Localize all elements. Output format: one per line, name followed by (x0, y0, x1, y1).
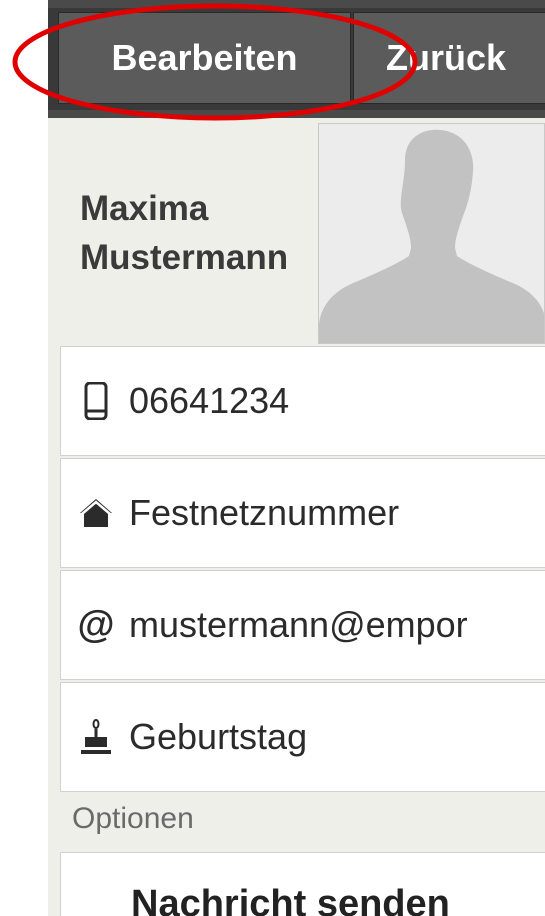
avatar[interactable] (318, 123, 545, 344)
phone-mobile-row[interactable]: 06641234 (60, 346, 545, 456)
phone-landline-row[interactable]: Festnetznummer (60, 458, 545, 568)
email-row[interactable]: @ mustermann@empor (60, 570, 545, 680)
send-message-button[interactable]: Nachricht senden (60, 852, 545, 916)
contact-name: Maxima Mustermann (80, 184, 320, 282)
options-section-label: Optionen (72, 802, 194, 835)
toolbar: Bearbeiten Zurück (48, 0, 545, 118)
back-button[interactable]: Zurück (353, 12, 545, 104)
birthday-value: Geburtstag (129, 716, 308, 757)
contact-fields-list: 06641234 Festnetznummer @ mustermann@emp… (60, 346, 545, 794)
contact-first-name: Maxima (80, 189, 209, 228)
phone-mobile-value: 06641234 (129, 380, 290, 421)
home-icon (77, 493, 115, 533)
send-message-label: Nachricht senden (131, 883, 450, 916)
phone-landline-value: Festnetznummer (129, 492, 400, 533)
mobile-phone-icon (77, 381, 115, 421)
contact-header: Maxima Mustermann (48, 118, 545, 346)
contact-detail-screen: Bearbeiten Zurück Maxima Mustermann 0664… (48, 0, 545, 916)
birthday-row[interactable]: Geburtstag (60, 682, 545, 792)
edit-button[interactable]: Bearbeiten (58, 12, 351, 104)
at-sign-icon: @ (77, 604, 115, 646)
birthday-cake-icon (77, 717, 115, 757)
person-silhouette-icon (319, 124, 544, 343)
contact-last-name: Mustermann (80, 238, 289, 277)
email-value: mustermann@empor (129, 604, 468, 645)
